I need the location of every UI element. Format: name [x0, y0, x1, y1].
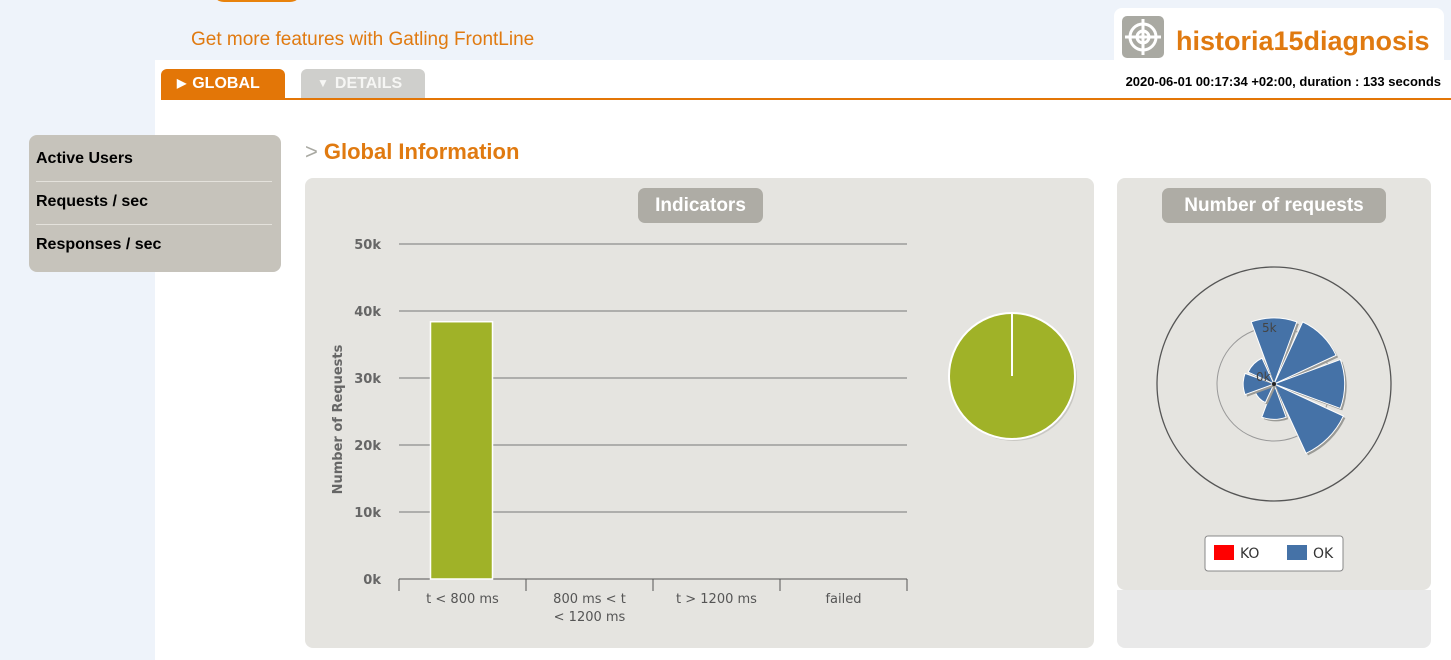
- y-axis-label: Number of Requests: [331, 344, 346, 494]
- simulation-header: historia15diagnosis: [1114, 8, 1444, 66]
- section-title-text: Global Information: [323, 139, 520, 164]
- section-title: > Global Information: [305, 139, 519, 165]
- y-tick-label: 0k: [363, 573, 381, 588]
- y-tick-label: 40k: [354, 305, 381, 320]
- bar: [429, 320, 494, 580]
- polar-ring-label: 5k: [1262, 321, 1277, 335]
- target-icon: [1122, 16, 1164, 58]
- polar-center: [1272, 382, 1276, 386]
- y-tick-label: 10k: [354, 506, 381, 521]
- y-tick-label: 20k: [354, 439, 381, 454]
- indicators-chart: 0k 10k 20k 30k 40k 50k Number of Requests t < 8…: [331, 238, 1077, 625]
- y-tick-label: 50k: [354, 238, 381, 253]
- requests-panel-footer: [1117, 590, 1431, 648]
- sidebar-item-requests-per-sec[interactable]: Requests / sec: [36, 181, 272, 223]
- x-tick-label: failed: [825, 592, 861, 607]
- simulation-name: historia15diagnosis: [1176, 26, 1430, 56]
- y-tick-label: 30k: [354, 372, 381, 387]
- chevron-down-icon: ▼: [317, 76, 329, 90]
- legend-swatch-ok: [1287, 545, 1307, 560]
- tab-underline: [161, 98, 1451, 100]
- sidebar-item-responses-per-sec[interactable]: Responses / sec: [36, 224, 272, 266]
- polar-ring-label: 0k: [1256, 370, 1271, 384]
- legend-swatch-ko: [1214, 545, 1234, 560]
- x-tick-label: t > 1200 ms: [676, 592, 757, 607]
- gatling-logo: [212, 0, 512, 2]
- play-icon: ▶: [177, 76, 187, 90]
- sidebar-menu: Active Users Requests / sec Responses / …: [29, 135, 281, 272]
- sidebar-item-active-users[interactable]: Active Users: [36, 138, 272, 180]
- x-tick-label: t < 800 ms: [426, 592, 499, 607]
- tab-details-label: DETAILS: [334, 75, 403, 92]
- run-info: 2020-06-01 00:17:34 +02:00, duration : 1…: [1125, 74, 1441, 89]
- frontline-promo-link[interactable]: Get more features with Gatling FrontLine: [191, 29, 534, 51]
- tab-global[interactable]: ▶ GLOBAL: [161, 69, 285, 98]
- chevron-right-icon: >: [305, 139, 318, 164]
- legend-label-ok: OK: [1313, 546, 1334, 562]
- tab-details[interactable]: ▼ DETAILS: [301, 69, 425, 98]
- tab-global-label: GLOBAL: [192, 75, 260, 92]
- legend-label-ko: KO: [1240, 546, 1259, 562]
- requests-chart: 5k 0k KO OK: [1156, 266, 1392, 572]
- x-tick-label: 800 ms < t < 1200 ms: [553, 592, 626, 625]
